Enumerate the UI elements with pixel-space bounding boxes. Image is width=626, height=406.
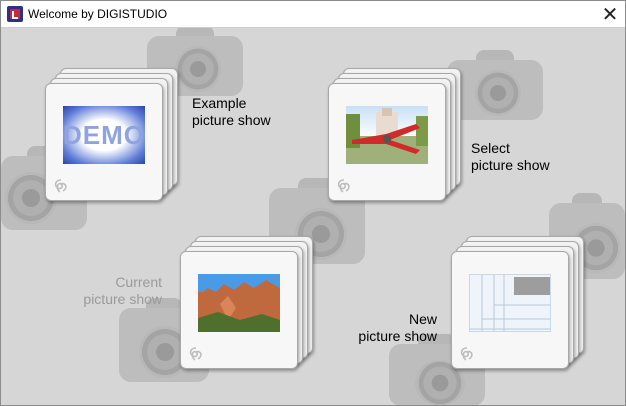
welcome-window: Welcome by DIGISTUDIO ✕ DEMO Example pic… xyxy=(0,0,626,406)
example-picture-show-label[interactable]: Example picture show xyxy=(192,95,271,129)
current-picture-show-label: Current picture show xyxy=(83,274,162,307)
slide-frame: DEMO xyxy=(45,83,163,201)
slide-frame xyxy=(328,83,446,201)
title-bar: Welcome by DIGISTUDIO ✕ xyxy=(1,1,625,28)
digistudio-knot-logo-icon xyxy=(337,179,350,193)
demo-thumbnail-text: DEMO xyxy=(63,120,145,150)
welcome-content: DEMO Example picture show Select picture… xyxy=(1,28,625,405)
current-picture-show-button xyxy=(180,236,340,376)
slide-frame xyxy=(451,251,569,369)
digistudio-knot-logo-icon xyxy=(460,347,473,361)
digistudio-knot-logo-icon xyxy=(189,347,202,361)
new-picture-show-label[interactable]: New picture show xyxy=(353,311,437,345)
select-picture-show-button[interactable] xyxy=(328,68,488,208)
new-layout-thumbnail xyxy=(469,274,551,332)
pliers-photo-thumbnail xyxy=(346,106,428,164)
slide-frame xyxy=(180,251,298,369)
example-picture-show-button[interactable]: DEMO xyxy=(45,68,205,208)
window-title: Welcome by DIGISTUDIO xyxy=(28,7,168,21)
new-picture-show-button[interactable] xyxy=(451,236,611,376)
demo-thumbnail: DEMO xyxy=(63,106,145,164)
canyon-photo-thumbnail xyxy=(198,274,280,332)
app-icon xyxy=(7,6,23,22)
select-picture-show-label[interactable]: Select picture show xyxy=(471,140,550,174)
close-button[interactable]: ✕ xyxy=(597,3,623,25)
digistudio-knot-logo-icon xyxy=(54,179,67,193)
